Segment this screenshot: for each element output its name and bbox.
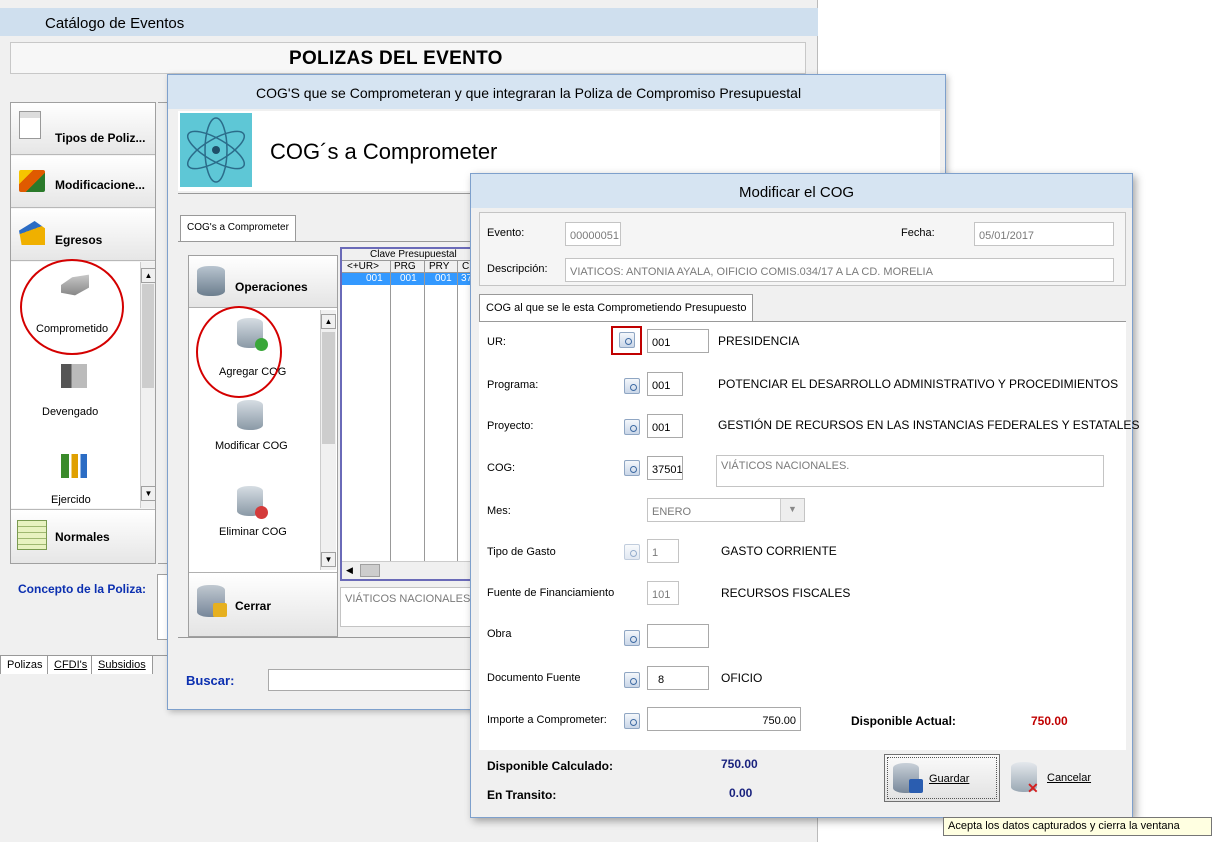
tipo-gasto-field[interactable]: 1	[647, 539, 679, 563]
buscar-label: Buscar:	[186, 673, 235, 688]
tab-subsidios[interactable]: Subsidios	[91, 656, 153, 674]
documento-lookup-icon[interactable]	[624, 672, 640, 688]
descripcion-field[interactable]: VIATICOS: ANTONIA AYALA, OIFICIO COMIS.0…	[565, 258, 1114, 282]
devengado-icon	[61, 364, 87, 388]
ur-lookup-icon[interactable]	[619, 332, 635, 348]
operaciones-scrollbar[interactable]: ▲ ▼	[320, 310, 336, 570]
sidebar-item-tipos-poliza[interactable]: Tipos de Poliz...	[11, 103, 155, 155]
fecha-field[interactable]: 05/01/2017	[974, 222, 1114, 246]
scroll-thumb[interactable]	[360, 564, 380, 577]
scroll-left-button[interactable]: ◀	[346, 565, 353, 576]
scroll-down-button[interactable]: ▼	[141, 486, 156, 501]
tab-cogs-comprometer[interactable]: COG's a Comprometer	[180, 215, 296, 241]
spreadsheet-icon	[17, 520, 47, 550]
database-refresh-icon	[197, 266, 225, 296]
polizas-header: POLIZAS DEL EVENTO	[10, 42, 806, 74]
scroll-thumb[interactable]	[322, 332, 335, 444]
operaciones-panel: Operaciones Agregar COG Modificar COG El…	[188, 255, 338, 637]
modificar-titlebar: Modificar el COG	[471, 174, 1132, 208]
cancelar-button[interactable]: ✕ Cancelar	[1005, 754, 1121, 802]
tooltip: Acepta los datos capturados y cierra la …	[943, 817, 1212, 836]
col-ur[interactable]: <+UR>	[347, 261, 379, 272]
catalog-title: Catálogo de Eventos	[45, 15, 185, 32]
scroll-down-button[interactable]: ▼	[321, 552, 336, 567]
importe-lookup-icon[interactable]	[624, 713, 640, 729]
document-icon	[19, 111, 41, 139]
subitem-devengado[interactable]: Devengado	[11, 360, 139, 430]
modificar-cog-button[interactable]: Modificar COG	[189, 396, 319, 466]
col-prg[interactable]: PRG	[394, 261, 416, 272]
cancel-icon: ✕	[1027, 780, 1039, 796]
tab-cfdis[interactable]: CFDI's	[47, 656, 95, 674]
disponible-calculado-value: 750.00	[721, 757, 758, 771]
programa-lookup-icon[interactable]	[624, 378, 640, 394]
cog-memo[interactable]: VIÁTICOS NACIONALES	[340, 587, 474, 627]
grid-group-header: Clave Presupuestal	[342, 249, 472, 261]
scroll-up-button[interactable]: ▲	[141, 268, 156, 283]
col-cog[interactable]: C	[462, 261, 469, 272]
eliminar-cog-button[interactable]: Eliminar COG	[189, 482, 319, 548]
cogs-titlebar: COG'S que se Comprometeran y que integra…	[168, 75, 945, 109]
proyecto-lookup-icon[interactable]	[624, 419, 640, 435]
sidebar-item-egresos[interactable]: Egresos	[11, 209, 155, 261]
en-transito-value: 0.00	[729, 786, 753, 800]
programa-field[interactable]: 001	[647, 372, 683, 396]
tab-polizas[interactable]: Polizas	[0, 656, 50, 674]
atom-icon	[180, 113, 252, 187]
cogs-grid[interactable]: Clave Presupuestal <+UR> PRG PRY C 001 0…	[340, 247, 474, 581]
grid-column-headers: <+UR> PRG PRY C	[342, 261, 472, 273]
obra-lookup-icon[interactable]	[624, 630, 640, 646]
bottom-tabs: Polizas CFDI's Subsidios	[0, 655, 170, 677]
operaciones-header[interactable]: Operaciones	[189, 256, 337, 308]
annotation-circle-agregar-cog	[196, 306, 282, 398]
chevron-down-icon: ▼	[788, 504, 797, 514]
mes-dropdown-button[interactable]: ▼	[780, 499, 804, 521]
chart-icon	[19, 170, 45, 192]
cogs-banner-title: COG´s a Comprometer	[270, 139, 498, 164]
modificar-dialog: Modificar el COG Evento: 00000051 Fecha:…	[470, 173, 1139, 818]
tab-cog-comprometiendo[interactable]: COG al que se le esta Comprometiendo Pre…	[479, 294, 754, 321]
catalog-titlebar: Catálogo de Eventos	[0, 8, 818, 36]
cog-desc-field[interactable]: VIÁTICOS NACIONALES.	[716, 455, 1104, 487]
fuente-field[interactable]: 101	[647, 581, 679, 605]
cog-field[interactable]: 37501	[647, 456, 683, 480]
evento-field[interactable]: 00000051	[565, 222, 621, 246]
egresos-icon	[19, 221, 45, 245]
subitem-ejercido[interactable]: Ejercido	[11, 450, 139, 506]
sidebar-item-normales[interactable]: Normales	[11, 509, 155, 563]
scroll-up-button[interactable]: ▲	[321, 314, 336, 329]
buscar-input[interactable]	[268, 669, 478, 691]
disponible-actual-value: 750.00	[1031, 714, 1068, 728]
bar-chart-icon	[61, 454, 87, 478]
guardar-button[interactable]: Guardar	[884, 754, 1000, 802]
obra-field[interactable]	[647, 624, 709, 648]
importe-field[interactable]: 750.00	[647, 707, 801, 731]
sidebar-item-modificaciones[interactable]: Modificacione...	[11, 156, 155, 208]
ur-field[interactable]: 001	[647, 329, 709, 353]
cerrar-button[interactable]: Cerrar	[189, 572, 337, 636]
col-pry[interactable]: PRY	[429, 261, 449, 272]
subitems-scrollbar[interactable]: ▲ ▼	[140, 262, 156, 508]
cog-lookup-icon[interactable]	[624, 460, 640, 476]
grid-hscrollbar[interactable]: ◀	[342, 561, 472, 579]
table-row[interactable]: 001 001 001 37	[342, 273, 472, 285]
concepto-label: Concepto de la Poliza:	[18, 582, 147, 596]
documento-field[interactable]: 8	[647, 666, 709, 690]
proyecto-field[interactable]: 001	[647, 414, 683, 438]
database-edit-icon	[237, 400, 263, 430]
annotation-circle-comprometido	[20, 259, 124, 355]
tipo-gasto-lookup-icon[interactable]	[624, 544, 640, 560]
scroll-thumb[interactable]	[142, 284, 154, 388]
